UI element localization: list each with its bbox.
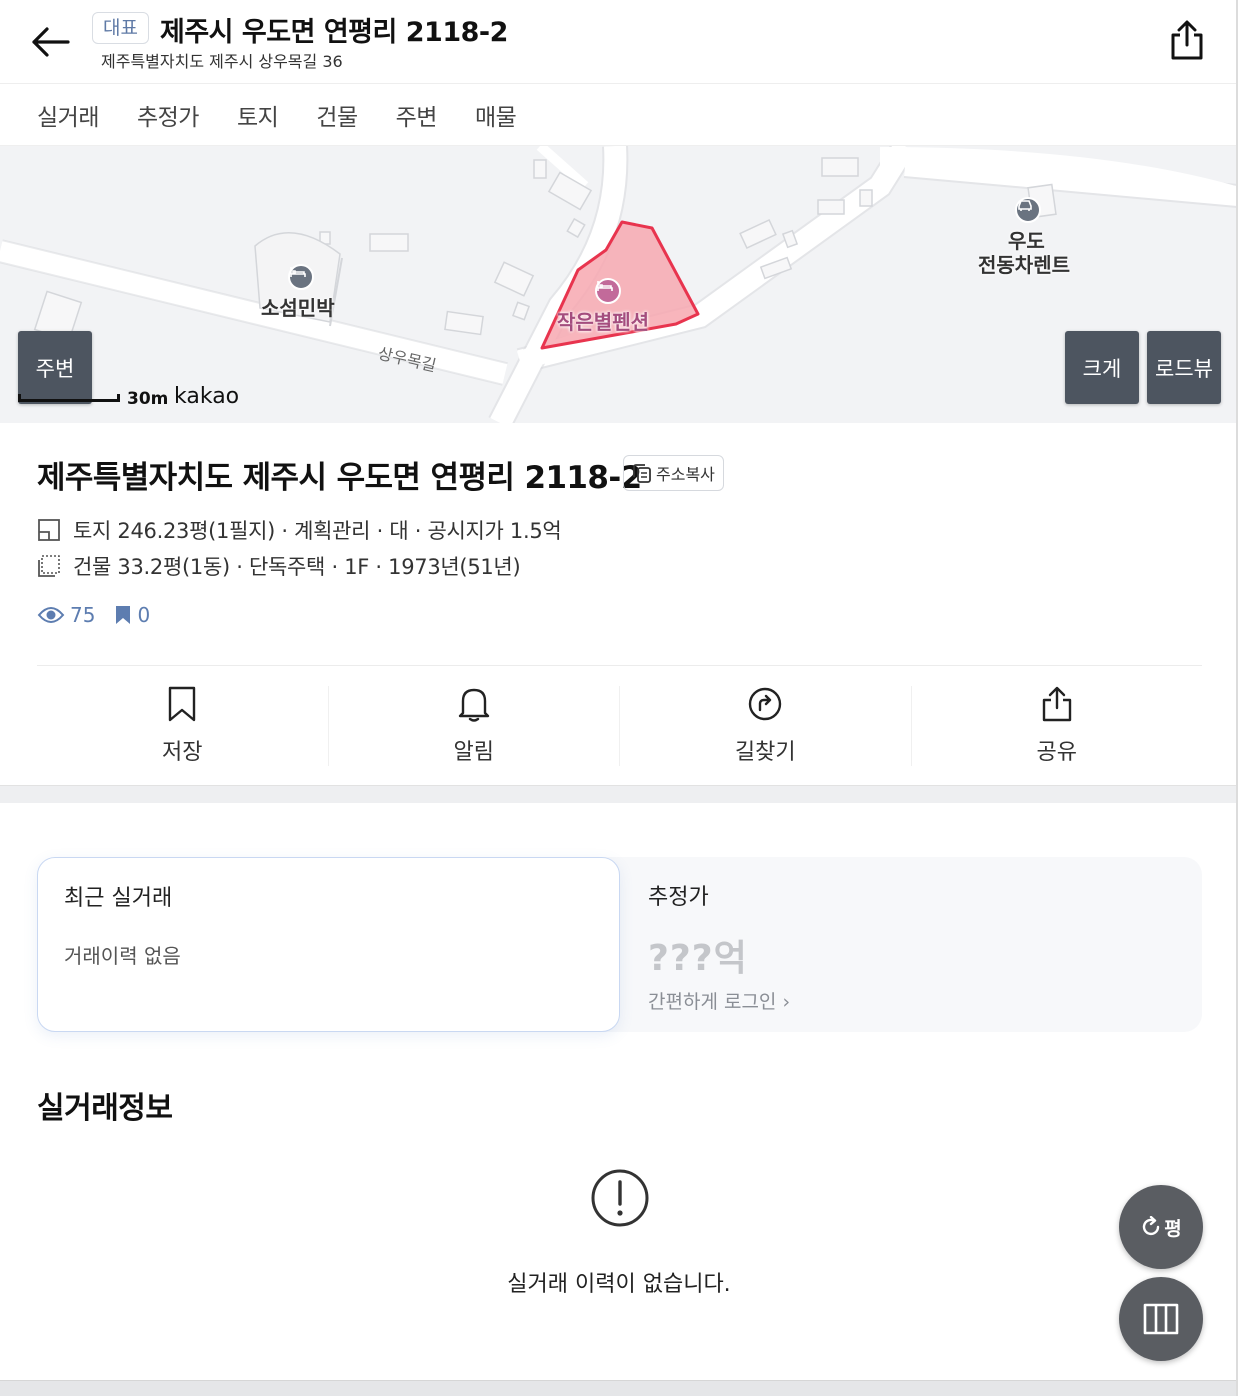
save-button[interactable]: 저장 xyxy=(37,686,329,766)
property-address: 제주특별자치도 제주시 우도면 연평리 2118-2 xyxy=(37,460,642,496)
copy-address-label: 주소복사 xyxy=(656,465,715,484)
save-label: 저장 xyxy=(162,740,203,765)
land-info-row: 토지 246.23평(1필지) · 계획관리 · 대 · 공시지가 1.5억 xyxy=(37,515,562,545)
map-provider-logo: kakao xyxy=(174,384,240,409)
tab-land[interactable]: 토지 xyxy=(237,98,279,132)
share-icon xyxy=(1171,20,1203,60)
share-button-top[interactable] xyxy=(1166,18,1208,62)
estimate-card[interactable]: 추정가 ???억 간편하게 로그인 › xyxy=(590,857,1202,1032)
alert-label: 알림 xyxy=(453,740,494,765)
top-header: 대표 제주시 우도면 연평리 2118-2 제주특별자치도 제주시 상우목길 3… xyxy=(0,0,1238,84)
unit-toggle-button[interactable]: 평 xyxy=(1119,1185,1203,1269)
unit-toggle-label: 평 xyxy=(1164,1217,1182,1240)
view-count: 75 xyxy=(70,603,96,627)
bookmark-count: 0 xyxy=(137,603,151,627)
lodging-icon xyxy=(595,278,621,304)
section-tabs: 실거래 추정가 토지 건물 주변 매물 xyxy=(0,84,1238,146)
recent-trade-card[interactable]: 최근 실거래 거래이력 없음 xyxy=(37,857,620,1032)
lodging-icon xyxy=(288,264,314,290)
land-icon xyxy=(38,519,60,541)
enlarge-map-button[interactable]: 크게 xyxy=(1065,331,1139,404)
estimate-value: ???억 xyxy=(648,938,748,979)
directions-icon xyxy=(749,687,782,721)
bell-icon xyxy=(458,688,489,722)
share-label: 공유 xyxy=(1036,740,1077,765)
estimate-title: 추정가 xyxy=(648,885,709,910)
back-button[interactable] xyxy=(28,20,72,64)
tab-trade[interactable]: 실거래 xyxy=(37,98,99,132)
poi-label-udo-line2[interactable]: 전동차렌트 xyxy=(978,249,1070,278)
poi-label-soseom[interactable]: 소섬민박 xyxy=(261,292,335,321)
directions-button[interactable]: 길찾기 xyxy=(620,686,912,766)
representative-badge: 대표 xyxy=(92,12,149,44)
no-trade-message: 실거래 이력이 없습니다. xyxy=(507,1272,731,1297)
road-address: 제주특별자치도 제주시 상우목길 36 xyxy=(101,52,343,71)
copy-icon xyxy=(633,464,651,483)
eye-icon xyxy=(37,607,65,623)
scale-bar xyxy=(18,394,120,402)
bookmark-small-icon xyxy=(116,606,131,624)
copy-address-button[interactable]: 주소복사 xyxy=(623,455,724,491)
map-toggle-button[interactable] xyxy=(1119,1277,1203,1361)
recent-trade-title: 최근 실거래 xyxy=(64,886,173,911)
stats-row: 75 0 xyxy=(37,603,150,627)
divider xyxy=(37,665,1202,666)
directions-label: 길찾기 xyxy=(734,740,796,765)
building-info-row: 건물 33.2평(1동) · 단독주택 · 1F · 1973년(51년) xyxy=(37,551,521,581)
building-icon xyxy=(38,555,60,577)
alert-button[interactable]: 알림 xyxy=(329,686,620,766)
bookmark-icon xyxy=(169,686,196,722)
tab-nearby[interactable]: 주변 xyxy=(396,98,438,132)
login-link[interactable]: 간편하게 로그인 › xyxy=(648,987,1202,1014)
scale-text: 30m xyxy=(127,389,169,409)
bottom-bar xyxy=(0,1380,1238,1396)
exclamation-circle-icon xyxy=(591,1169,649,1227)
tab-estimate[interactable]: 추정가 xyxy=(137,98,199,132)
map-book-icon xyxy=(1143,1303,1179,1335)
car-icon xyxy=(1015,197,1041,223)
page-title: 제주시 우도면 연평리 2118-2 xyxy=(160,17,508,48)
roadview-button[interactable]: 로드뷰 xyxy=(1147,331,1221,404)
map-view[interactable]: 소섬민박 작은별펜션 우도 전동차렌트 상우목길 주변 30m kakao 크게… xyxy=(0,146,1238,423)
action-bar: 저장 알림 길찾기 공유 xyxy=(37,686,1202,766)
tab-building[interactable]: 건물 xyxy=(316,98,358,132)
refresh-icon xyxy=(1143,1216,1160,1236)
arrow-left-icon xyxy=(32,27,70,57)
section-separator xyxy=(0,785,1238,803)
trade-info-title: 실거래정보 xyxy=(37,1091,173,1126)
tab-listings[interactable]: 매물 xyxy=(475,98,517,132)
share-icon xyxy=(1042,686,1071,722)
land-info: 토지 246.23평(1필지) · 계획관리 · 대 · 공시지가 1.5억 xyxy=(73,519,562,543)
recent-trade-value: 거래이력 없음 xyxy=(64,944,181,968)
share-button[interactable]: 공유 xyxy=(912,686,1203,766)
building-info: 건물 33.2평(1동) · 단독주택 · 1F · 1973년(51년) xyxy=(73,555,521,579)
poi-label-jakeunbyeol[interactable]: 작은별펜션 xyxy=(557,306,649,335)
